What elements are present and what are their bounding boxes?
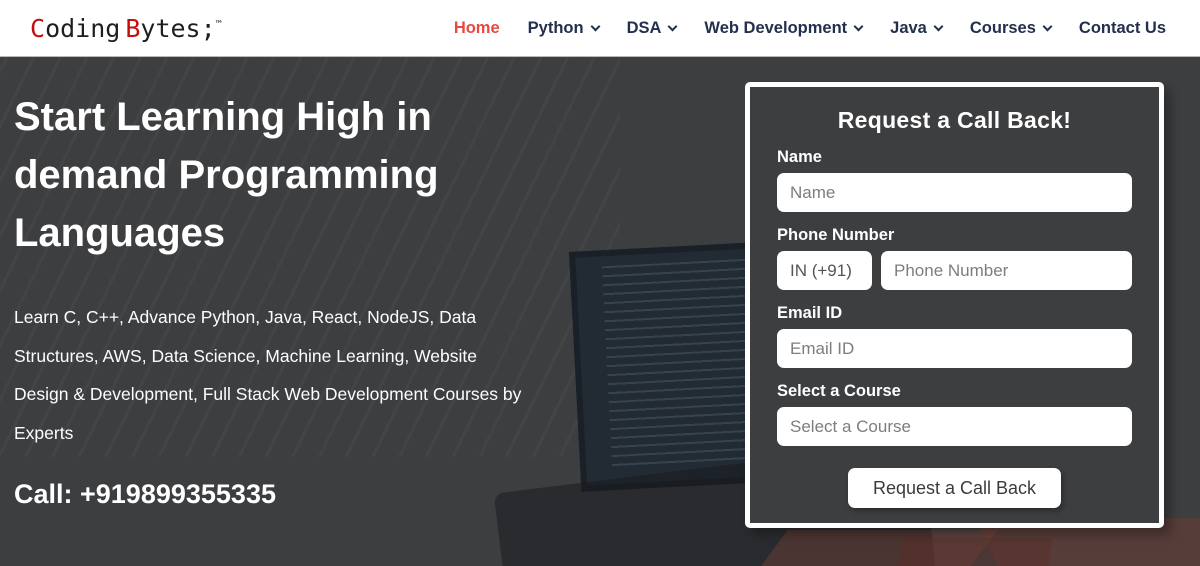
desk-red-decoration bbox=[897, 538, 1053, 566]
main-nav: Home Python DSA Web Development Java Cou… bbox=[454, 19, 1166, 38]
course-select-input[interactable] bbox=[777, 407, 1132, 446]
hero-heading: Start Learning High in demand Programmin… bbox=[14, 95, 439, 255]
hero-description: Learn C, C++, Advance Python, Java, Reac… bbox=[14, 307, 522, 444]
nav-item-python[interactable]: Python bbox=[527, 18, 601, 38]
chevron-down-icon bbox=[590, 21, 601, 31]
form-title: Request a Call Back! bbox=[837, 107, 1072, 133]
name-label: Name bbox=[777, 148, 822, 166]
nav-item-label: Python bbox=[527, 18, 584, 37]
nav-item-java[interactable]: Java bbox=[890, 18, 944, 38]
phone-input[interactable] bbox=[881, 251, 1132, 290]
email-input[interactable] bbox=[777, 329, 1132, 368]
nav-item-label: Contact Us bbox=[1078, 18, 1166, 37]
callback-form-card: Request a Call Back! Name Phone Number I… bbox=[745, 82, 1164, 528]
chevron-down-icon bbox=[853, 21, 864, 31]
name-input[interactable] bbox=[777, 173, 1132, 212]
email-label: Email ID bbox=[777, 304, 843, 322]
logo-initial-c: C bbox=[30, 13, 46, 43]
nav-item-contact-us[interactable]: Contact Us bbox=[1079, 19, 1166, 38]
chevron-down-icon bbox=[667, 21, 678, 31]
nav-item-web-development[interactable]: Web Development bbox=[704, 18, 864, 38]
navbar: Coding Bytes;™ Home Python DSA Web Develo… bbox=[0, 0, 1200, 57]
country-code-select[interactable]: IN (+91) bbox=[777, 251, 872, 290]
chevron-down-icon bbox=[1042, 21, 1053, 31]
logo-text-oding: oding bbox=[45, 13, 121, 43]
nav-item-label: Courses bbox=[969, 18, 1036, 37]
trademark-symbol: ™ bbox=[215, 19, 222, 31]
course-label: Select a Course bbox=[777, 382, 901, 400]
phone-row: IN (+91) bbox=[777, 251, 1132, 290]
hero-section: Start Learning High in demand Programmin… bbox=[0, 57, 1200, 566]
nav-item-courses[interactable]: Courses bbox=[969, 18, 1053, 38]
request-callback-button[interactable]: Request a Call Back bbox=[847, 468, 1062, 508]
nav-item-home[interactable]: Home bbox=[454, 19, 500, 38]
nav-item-label: Web Development bbox=[704, 18, 848, 37]
phone-label: Phone Number bbox=[777, 226, 895, 244]
nav-item-label: Java bbox=[890, 18, 927, 37]
nav-item-dsa[interactable]: DSA bbox=[626, 18, 678, 38]
nav-item-label: DSA bbox=[626, 18, 662, 37]
chevron-down-icon bbox=[933, 21, 944, 31]
logo-text-ytes: ytes; bbox=[140, 13, 216, 43]
logo[interactable]: Coding Bytes;™ bbox=[30, 14, 222, 43]
nav-item-label: Home bbox=[453, 18, 500, 37]
logo-initial-b: B bbox=[125, 13, 141, 43]
